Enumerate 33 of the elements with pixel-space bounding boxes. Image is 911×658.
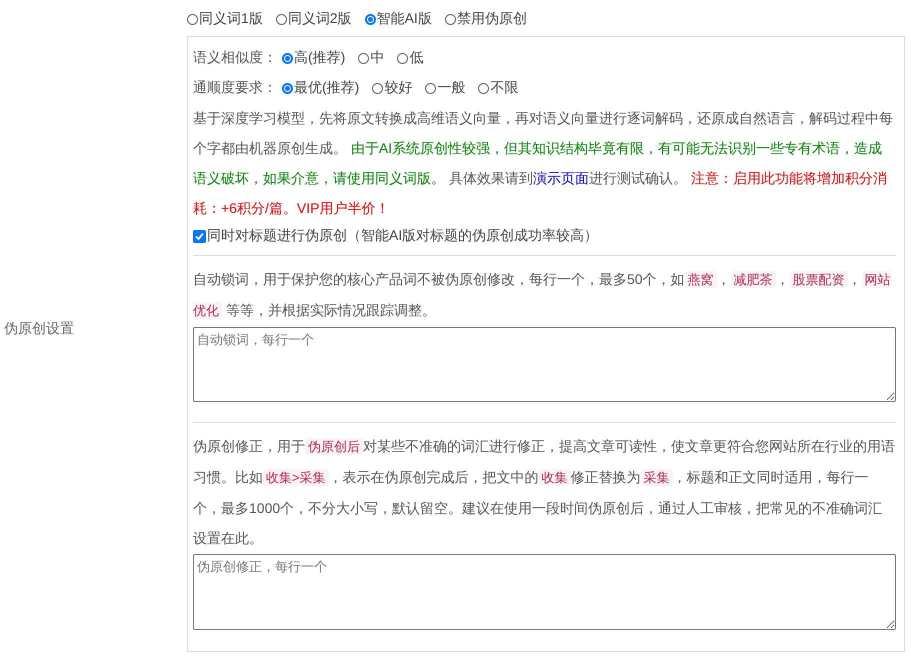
mode-option[interactable]: 同义词1版 [199,10,263,28]
option-label[interactable]: 一般 [437,79,466,97]
mode-option[interactable]: 智能AI版 [376,10,432,28]
radio-button[interactable] [478,82,490,94]
radio-button[interactable] [425,82,436,94]
option-label[interactable]: 较好 [384,79,412,97]
radio-button[interactable] [358,52,370,64]
corrections-description: 伪原创修正，用于 伪原创后 对某些不准确的词汇进行修正，提高文章可读性，使文章更符合您网站所在行业的用语习惯。比如 收集>采集 ，表示在伪原创完成后，把文中的 收集 修正替换为 采集 ，标题和正文同时适用，每行一个，最多1000个，不分大小写，默认留空。建议在使用一段时间伪原创后，通过人工审核，把常见的不准确词汇设置在此。 [193,437,896,548]
option-label[interactable]: 不限 [490,79,518,97]
checkbox-label[interactable]: 同时对标题进行伪原创（智能AI版对标题的伪原创成功率较高） [207,227,598,245]
ai-description: 基于深度学习模型，先将原文转换成高维语义向量，再对语义向量进行逐词解码，还原成自然语言，解码过程中每个字都由机器原创生成。 由于AI系统原创性较强，但其知识结构毕竟有限，有可能无法识别一些专有术语，造成语义破坏，如果介意，请使用同义词版。 具体效果请到演示页面进行测试确认。 注意：启用此功能将增加积分消耗：+6积分/篇。VIP用户半价！ [193,109,894,218]
lock-words-field[interactable]: 自动锁词，每行一个 [193,327,896,402]
mode-option[interactable]: 禁用伪原创 [456,10,527,28]
option-label: 通顺度要求： [193,79,277,97]
radio-button[interactable] [187,14,198,24]
option-label[interactable]: 高(推荐) [294,49,346,67]
option-label[interactable]: 最优(推荐) [294,79,360,97]
radio-button[interactable] [282,52,293,64]
option-label[interactable]: 低 [409,49,424,67]
radio-button[interactable] [276,14,287,24]
radio-button[interactable] [444,14,456,24]
radio-button[interactable] [372,82,384,94]
demo-page-link[interactable]: 演示页面 [532,170,589,186]
mode-option[interactable]: 同义词2版 [288,10,352,28]
radio-button[interactable] [397,52,408,64]
radio-button[interactable] [364,14,376,24]
section-label: 伪原创设置 [4,320,74,338]
checkbox[interactable] [193,230,206,242]
lock-words-description: 自动锁词，用于保护您的核心产品词不被伪原创修改，每行一个，最多50个，如 燕窝 ， 减肥茶 ， 股票配资 ， 网站优化 等等，并根据实际情况跟踪调整。 [193,270,892,321]
option-label: 语义相似度： [193,49,277,67]
radio-button[interactable] [282,82,293,94]
corrections-field[interactable]: 伪原创修正，每行一个 [193,554,896,630]
option-label[interactable]: 中 [370,49,384,67]
